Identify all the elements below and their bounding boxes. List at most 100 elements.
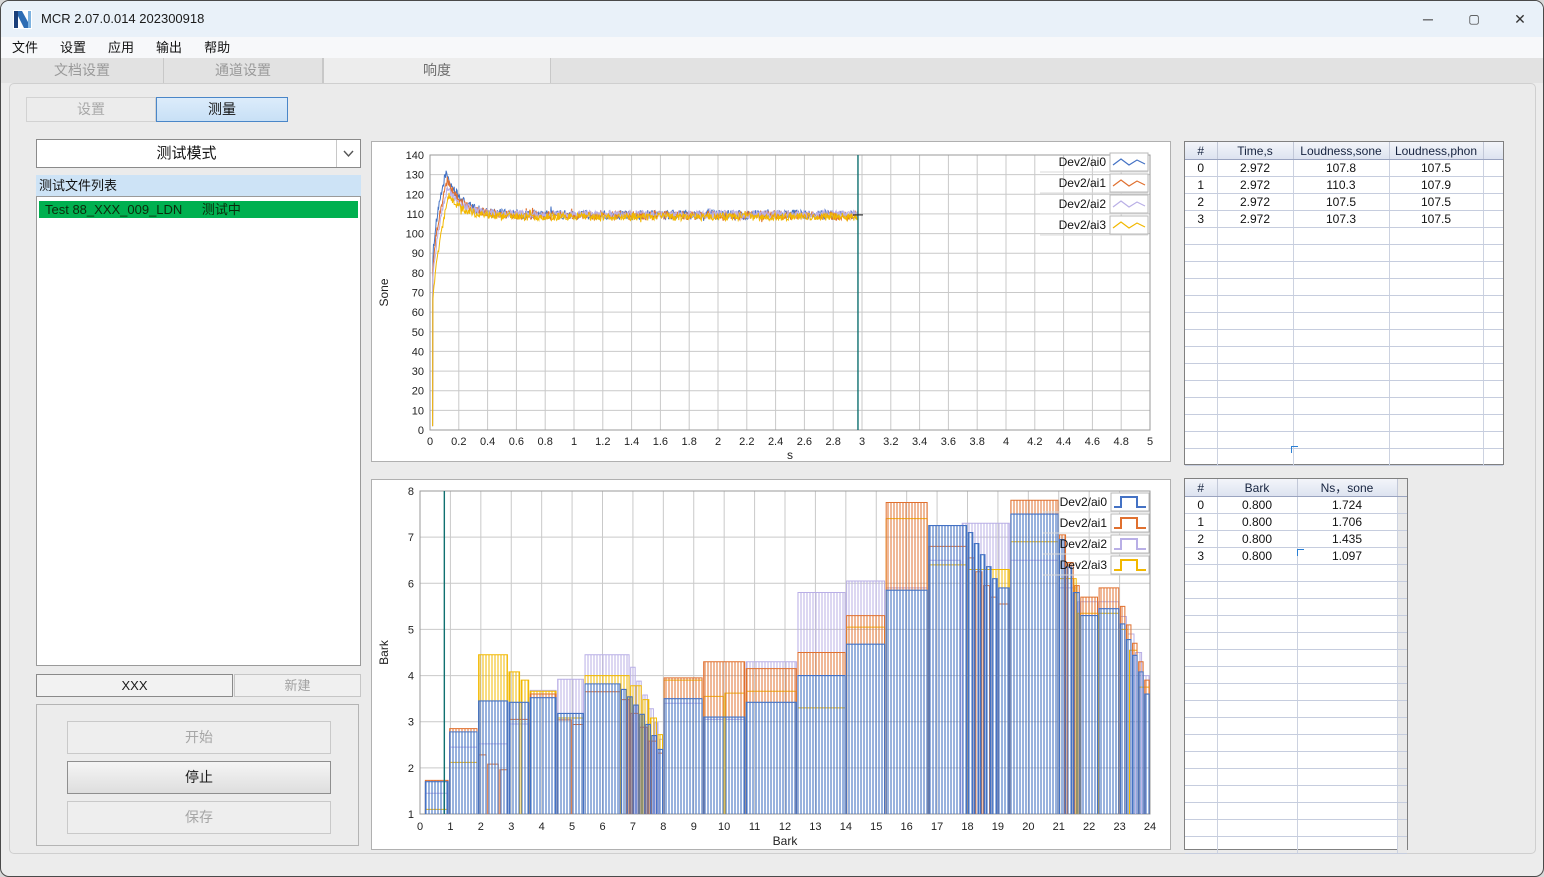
svg-text:70: 70 [412,288,424,300]
table-row-empty [1185,397,1503,415]
table-row-empty [1185,734,1407,752]
loudness-table[interactable]: # Time,s Loudness,sone Loudness,phon 0 2.972 1… [1184,141,1504,466]
svg-text:3.2: 3.2 [883,436,898,448]
maximize-button[interactable]: ▢ [1451,1,1497,37]
svg-text:1.6: 1.6 [653,436,668,448]
menu-bar: 文件 设置 应用 输出 帮助 [1,37,1543,58]
specific-loudness-plot[interactable]: 0 1 2 3 4 5 6 7 8 9 10 11 12 13 14 15 16 17 18 19 20 21 22 23 24… [372,480,1170,849]
ns-table[interactable]: # Bark Ns，sone 0 0.800 1.724 1 0.800 1.706 2 0.800… [1184,478,1408,854]
app-window: MCR 2.07.0.014 202300918 ─ ▢ ✕ 文件 设置 应用 输出帮… [0,0,1544,877]
svg-text:3.8: 3.8 [970,436,985,448]
svg-text:Dev2/ai2: Dev2/ai2 [1060,537,1108,551]
svg-text:1.4: 1.4 [624,436,639,448]
table-row-empty [1185,448,1503,466]
table-row[interactable]: 3 0.800 1.097 [1185,547,1407,565]
table-row-empty [1185,278,1503,296]
table-row[interactable]: 1 0.800 1.706 [1185,513,1407,531]
svg-text:24: 24 [1144,821,1156,833]
table-header-row: # Bark Ns，sone [1185,479,1407,497]
table-row-empty [1185,615,1407,633]
new-button[interactable]: 新建 [234,674,361,697]
table-row-empty [1185,632,1407,650]
svg-text:7: 7 [408,532,414,544]
svg-text:8: 8 [660,821,666,833]
test-file-item[interactable]: Test 88_XXX_009_LDN 测试中 [39,201,358,218]
table-row-empty [1185,244,1503,262]
chevron-down-icon[interactable] [336,140,360,167]
svg-text:0: 0 [427,436,433,448]
menu-item-1[interactable]: 设置 [49,37,97,58]
subtab-measure-button[interactable]: 测量 [156,97,288,122]
test-mode-value: 测试模式 [156,145,217,162]
start-button[interactable]: 开始 [67,721,331,754]
svg-text:9: 9 [691,821,697,833]
svg-text:Dev2/ai0: Dev2/ai0 [1060,495,1108,509]
table-row-empty [1185,751,1407,769]
table-row-empty [1185,598,1407,616]
table-row-empty [1185,785,1407,803]
menu-item-3[interactable]: 输出 [145,37,193,58]
table-row[interactable]: 0 0.800 1.724 [1185,496,1407,514]
table-row-empty [1185,346,1503,364]
table-row-empty [1185,819,1407,837]
tab-2[interactable]: 响度 [323,58,551,83]
close-button[interactable]: ✕ [1497,1,1543,37]
menu-item-2[interactable]: 应用 [97,37,145,58]
series-line-Dev2/ai0 [432,170,858,427]
menu-item-0[interactable]: 文件 [1,37,49,58]
test-mode-select[interactable]: 测试模式 [36,139,361,168]
svg-text:6: 6 [408,578,414,590]
tab-0[interactable]: 文档设置 [1,58,164,83]
svg-text:0.4: 0.4 [480,436,495,448]
svg-text:1: 1 [571,436,577,448]
minimize-button[interactable]: ─ [1405,1,1451,37]
table-row-empty [1185,649,1407,667]
table-row[interactable]: 2 0.800 1.435 [1185,530,1407,548]
test-file-list[interactable]: Test 88_XXX_009_LDN 测试中 [36,196,361,666]
svg-text:90: 90 [412,248,424,260]
svg-text:3: 3 [859,436,865,448]
svg-text:Bark: Bark [377,639,391,665]
table-row[interactable]: 0 2.972 107.8 107.5 [1185,159,1503,177]
svg-text:3: 3 [408,717,414,729]
svg-text:2.6: 2.6 [797,436,812,448]
specific-loudness-chart[interactable]: 0 1 2 3 4 5 6 7 8 9 10 11 12 13 14 15 16 17 18 19 20 21 22 23 24… [371,479,1171,850]
loudness-time-chart[interactable]: 0 0.2 0.4 0.6 0.8 1 1.2 1.4 1.6 1.8 2 2.2 2.4 2.6 2.8 3… [371,141,1171,462]
table-row-empty [1185,380,1503,398]
svg-text:80: 80 [412,268,424,280]
stop-button[interactable]: 停止 [67,761,331,794]
test-file-list-header: 测试文件列表 [36,175,361,196]
svg-text:4: 4 [1003,436,1009,448]
svg-text:5: 5 [408,624,414,636]
svg-text:130: 130 [406,170,424,182]
svg-text:Dev2/ai3: Dev2/ai3 [1059,218,1107,232]
svg-text:Dev2/ai2: Dev2/ai2 [1059,197,1107,211]
svg-text:8: 8 [408,486,414,498]
table-row[interactable]: 2 2.972 107.5 107.5 [1185,193,1503,211]
svg-text:2: 2 [715,436,721,448]
svg-text:3.6: 3.6 [941,436,956,448]
svg-text:10: 10 [718,821,730,833]
svg-text:0: 0 [417,821,423,833]
menu-item-4[interactable]: 帮助 [193,37,241,58]
svg-text:5: 5 [569,821,575,833]
loudness-time-plot[interactable]: 0 0.2 0.4 0.6 0.8 1 1.2 1.4 1.6 1.8 2 2.2 2.4 2.6 2.8 3… [372,142,1170,462]
svg-text:1.8: 1.8 [682,436,697,448]
save-button[interactable]: 保存 [67,801,331,834]
svg-text:22: 22 [1083,821,1095,833]
svg-text:Dev2/ai1: Dev2/ai1 [1060,516,1108,530]
table-row[interactable]: 3 2.972 107.3 107.5 [1185,210,1503,228]
svg-text:23: 23 [1113,821,1125,833]
xxx-button[interactable]: XXX [36,674,233,697]
svg-text:40: 40 [412,346,424,358]
table-row-empty [1185,768,1407,786]
subtab-settings-button[interactable]: 设置 [26,97,156,122]
table-row-empty [1185,802,1407,820]
svg-text:2.4: 2.4 [768,436,783,448]
tab-1[interactable]: 通道设置 [164,58,323,83]
svg-text:1.2: 1.2 [595,436,610,448]
svg-text:4.2: 4.2 [1027,436,1042,448]
svg-text:120: 120 [406,189,424,201]
table-row[interactable]: 1 2.972 110.3 107.9 [1185,176,1503,194]
svg-text:1: 1 [447,821,453,833]
